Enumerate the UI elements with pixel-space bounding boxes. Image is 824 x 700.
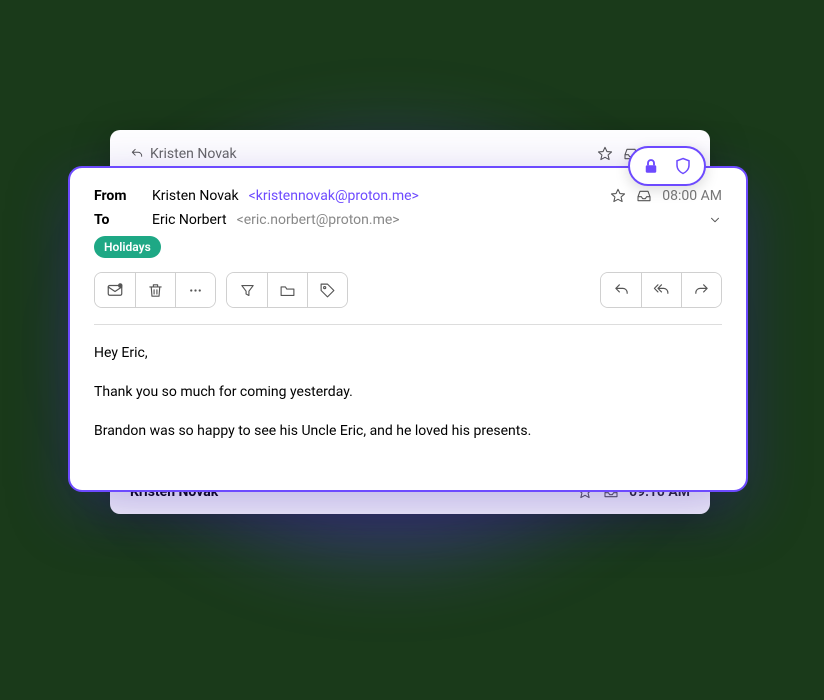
email-toolbar (94, 272, 722, 325)
reply-button[interactable] (601, 273, 641, 307)
star-icon[interactable] (610, 188, 626, 204)
email-detail-card: From Kristen Novak <kristennovak@proton.… (68, 166, 748, 492)
more-button[interactable] (175, 273, 215, 307)
body-line-1: Hey Eric, (94, 343, 722, 364)
reply-group (600, 272, 722, 308)
to-label: To (94, 212, 142, 228)
body-line-2: Thank you so much for coming yesterday. (94, 382, 722, 403)
reply-all-button[interactable] (641, 273, 681, 307)
folder-button[interactable] (267, 273, 307, 307)
star-icon[interactable] (597, 146, 613, 162)
from-label: From (94, 188, 142, 204)
reply-icon (130, 147, 144, 161)
from-email[interactable]: <kristennovak@proton.me> (249, 188, 419, 204)
from-name: Kristen Novak (152, 188, 239, 204)
to-name: Eric Norbert (152, 212, 227, 228)
action-group-1 (94, 272, 216, 308)
inbox-icon[interactable] (636, 188, 652, 204)
mark-unread-button[interactable] (95, 273, 135, 307)
from-row: From Kristen Novak <kristennovak@proton.… (94, 188, 722, 204)
email-body: Hey Eric, Thank you so much for coming y… (94, 343, 722, 442)
chevron-down-icon[interactable] (708, 213, 722, 227)
to-row: To Eric Norbert <eric.norbert@proton.me> (94, 212, 722, 228)
body-line-3: Brandon was so happy to see his Uncle Er… (94, 421, 722, 442)
forward-button[interactable] (681, 273, 721, 307)
action-group-2 (226, 272, 348, 308)
shield-icon[interactable] (674, 156, 692, 176)
lock-icon[interactable] (642, 156, 660, 176)
to-email[interactable]: <eric.norbert@proton.me> (237, 212, 400, 228)
back-card-sender: Kristen Novak (150, 146, 237, 162)
delete-button[interactable] (135, 273, 175, 307)
email-time: 08:00 AM (662, 188, 722, 204)
filter-button[interactable] (227, 273, 267, 307)
label-tag[interactable]: Holidays (94, 236, 161, 258)
tag-button[interactable] (307, 273, 347, 307)
security-badge (628, 146, 706, 186)
